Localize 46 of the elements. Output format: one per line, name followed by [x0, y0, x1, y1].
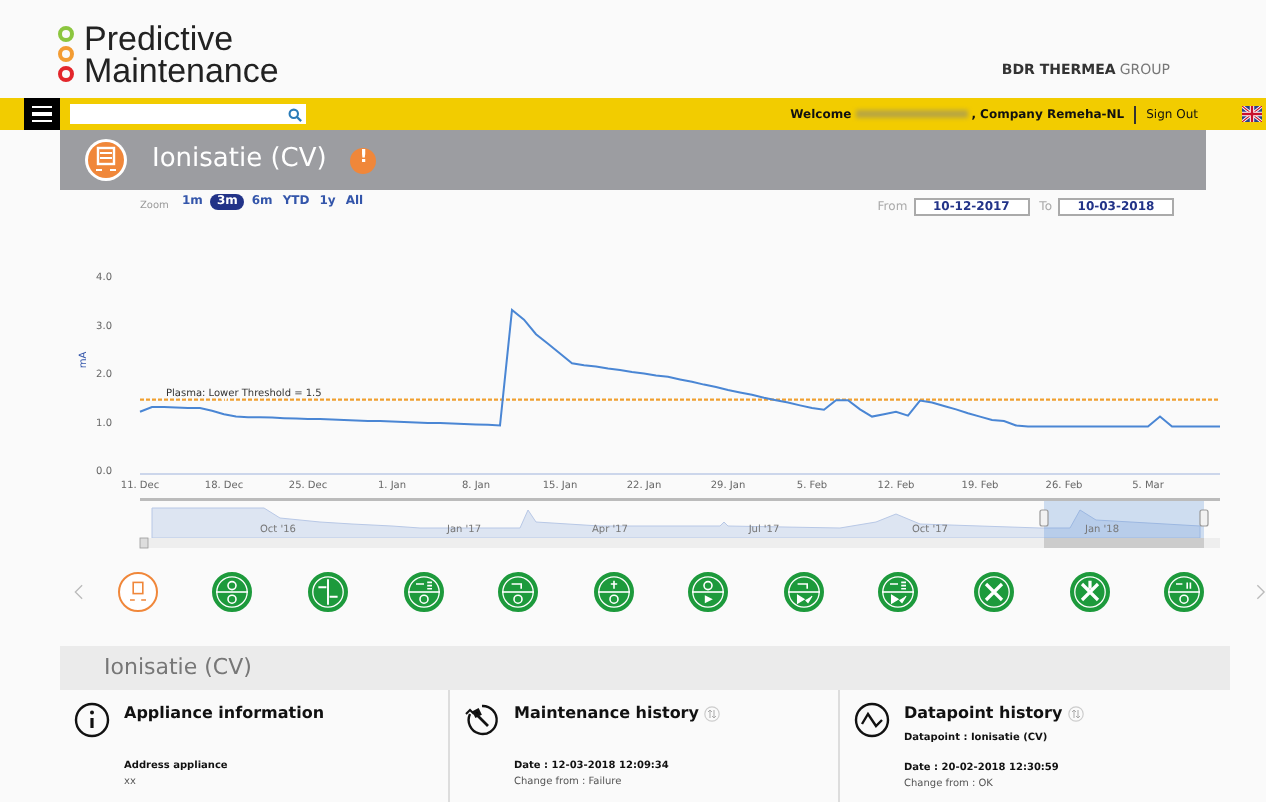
datapoint-button[interactable] — [1069, 572, 1110, 612]
datapoint-icon — [1073, 576, 1106, 608]
datapoint-button[interactable] — [783, 572, 824, 612]
datapoint-icon — [692, 576, 725, 608]
panel-title: Appliance information — [124, 702, 325, 726]
datapoint-icon — [216, 576, 249, 608]
logo-text: Maintenance — [84, 56, 279, 88]
datapoint-button[interactable] — [498, 572, 539, 612]
appliance-icon — [84, 138, 128, 182]
menu-button[interactable] — [24, 98, 60, 130]
line-graph-icon — [854, 702, 890, 738]
scrollbar-thumb[interactable] — [1044, 538, 1204, 548]
info-icon — [74, 702, 110, 738]
flag-icon[interactable] — [1242, 106, 1262, 122]
sort-icon[interactable] — [704, 706, 721, 722]
datapoint-icon — [311, 576, 344, 608]
datapoint-button[interactable] — [403, 572, 444, 612]
alert-badge: ! — [350, 147, 377, 173]
navigator-handle[interactable] — [1039, 509, 1049, 527]
datapoint-icon — [597, 576, 630, 608]
datapoint-button[interactable] — [688, 572, 729, 612]
datapoint-icon — [787, 576, 820, 608]
panel-title: Datapoint history — [904, 702, 1063, 726]
datapoint-icon — [502, 576, 535, 608]
wrench-icon — [464, 702, 500, 738]
datapoint-button[interactable] — [1164, 572, 1205, 612]
search-field[interactable] — [70, 104, 306, 124]
datapoint-icon — [1168, 576, 1201, 608]
section-title: Ionisatie (CV) — [104, 651, 252, 684]
redacted-name — [855, 110, 968, 118]
page-title: Ionisatie (CV) — [152, 142, 327, 179]
datapoint-button[interactable] — [117, 572, 158, 612]
panel-title: Maintenance history — [514, 702, 699, 726]
datapoint-icon — [978, 576, 1011, 608]
navigator-handle[interactable] — [1199, 509, 1209, 527]
logo-icon — [56, 26, 76, 86]
sort-icon[interactable] — [1068, 706, 1085, 722]
datapoint-button[interactable] — [212, 572, 253, 612]
datapoint-button[interactable] — [307, 572, 348, 612]
datapoint-button[interactable] — [974, 572, 1015, 612]
logo-text: Predictive — [84, 24, 234, 56]
datapoint-icon — [407, 576, 440, 608]
datapoint-icon — [882, 576, 915, 608]
datapoint-button[interactable] — [878, 572, 919, 612]
search-icon — [288, 107, 302, 121]
datapoint-button[interactable] — [593, 572, 634, 612]
